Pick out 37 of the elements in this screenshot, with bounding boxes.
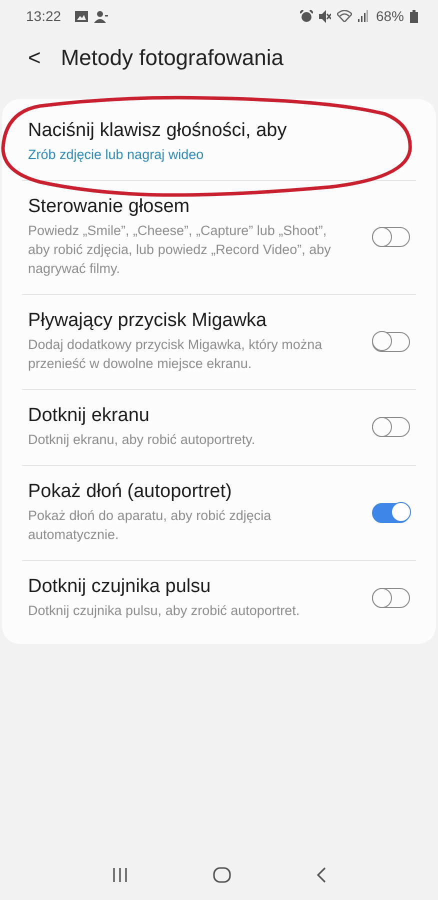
toggle-switch[interactable] (372, 417, 410, 437)
setting-title: Sterowanie głosem (28, 196, 191, 218)
page-title: Metody fotografowania (60, 45, 284, 71)
setting-item[interactable]: Dotknij czujnika pulsu Dotknij czujnika pulsu, aby zrobić autoportret. (2, 561, 436, 636)
setting-title: Naciśnij klawisz głośności, aby (28, 120, 288, 142)
back-button[interactable]: < (20, 45, 49, 71)
signal-icon (358, 10, 368, 22)
setting-description: Dotknij czujnika pulsu, aby zrobić autoportret. (28, 602, 301, 620)
setting-description: Pokaż dłoń do aparatu, aby robić zdjęcia automatycznie. (28, 507, 272, 544)
toggle-switch[interactable] (372, 502, 410, 522)
setting-description: Dotknij ekranu, aby robić autoportrety. (28, 431, 256, 449)
setting-description: Dodaj dodatkowy przycisk Migawka, który można przenieść w dowolne miejsce ekranu. (28, 336, 324, 373)
wifi-icon (336, 10, 352, 22)
setting-item[interactable]: Pokaż dłoń (autoportret) Pokaż dłoń do aparatu, aby robić zdjęcia automatycznie. (2, 466, 436, 560)
battery-icon (410, 10, 418, 22)
home-icon[interactable] (212, 867, 231, 883)
back-nav-icon[interactable] (316, 867, 326, 883)
setting-description: Zrób zdjęcie lub nagraj wideo (28, 146, 205, 164)
alarm-icon (300, 10, 313, 22)
status-time: 13:22 (26, 8, 62, 24)
setting-item[interactable]: Sterowanie głosem Powiedz „Smile”, „Cheese”, „Capture” lub „Shoot”, aby robić zdjęcia, lub powiedz „Record Video”, aby nagrywać filmy. (2, 181, 436, 294)
setting-item[interactable]: Naciśnij klawisz głośności, aby Zrób zdjęcie lub nagraj wideo (2, 105, 436, 180)
image-icon (75, 10, 88, 22)
setting-item[interactable]: Pływający przycisk Migawka Dodaj dodatkowy przycisk Migawka, który można przenieść w dowolne miejsce ekranu. (2, 295, 436, 389)
setting-title: Pływający przycisk Migawka (28, 310, 268, 332)
recent-apps-icon[interactable] (112, 868, 128, 882)
setting-title: Dotknij czujnika pulsu (28, 576, 212, 598)
toggle-switch[interactable] (372, 227, 410, 247)
person-icon (94, 10, 108, 22)
toggle-switch[interactable] (372, 588, 410, 608)
setting-title: Dotknij ekranu (28, 405, 150, 427)
toggle-switch[interactable] (372, 332, 410, 352)
setting-item[interactable]: Dotknij ekranu Dotknij ekranu, aby robić autoportrety. (2, 390, 436, 465)
setting-description: Powiedz „Smile”, „Cheese”, „Capture” lub „Shoot”, aby robić zdjęcia, lub powiedz „Record Video”, aby nagrywać filmy. (28, 222, 332, 278)
setting-title: Pokaż dłoń (autoportret) (28, 481, 233, 503)
mute-icon (318, 10, 331, 22)
battery-percent: 68% (376, 8, 404, 24)
